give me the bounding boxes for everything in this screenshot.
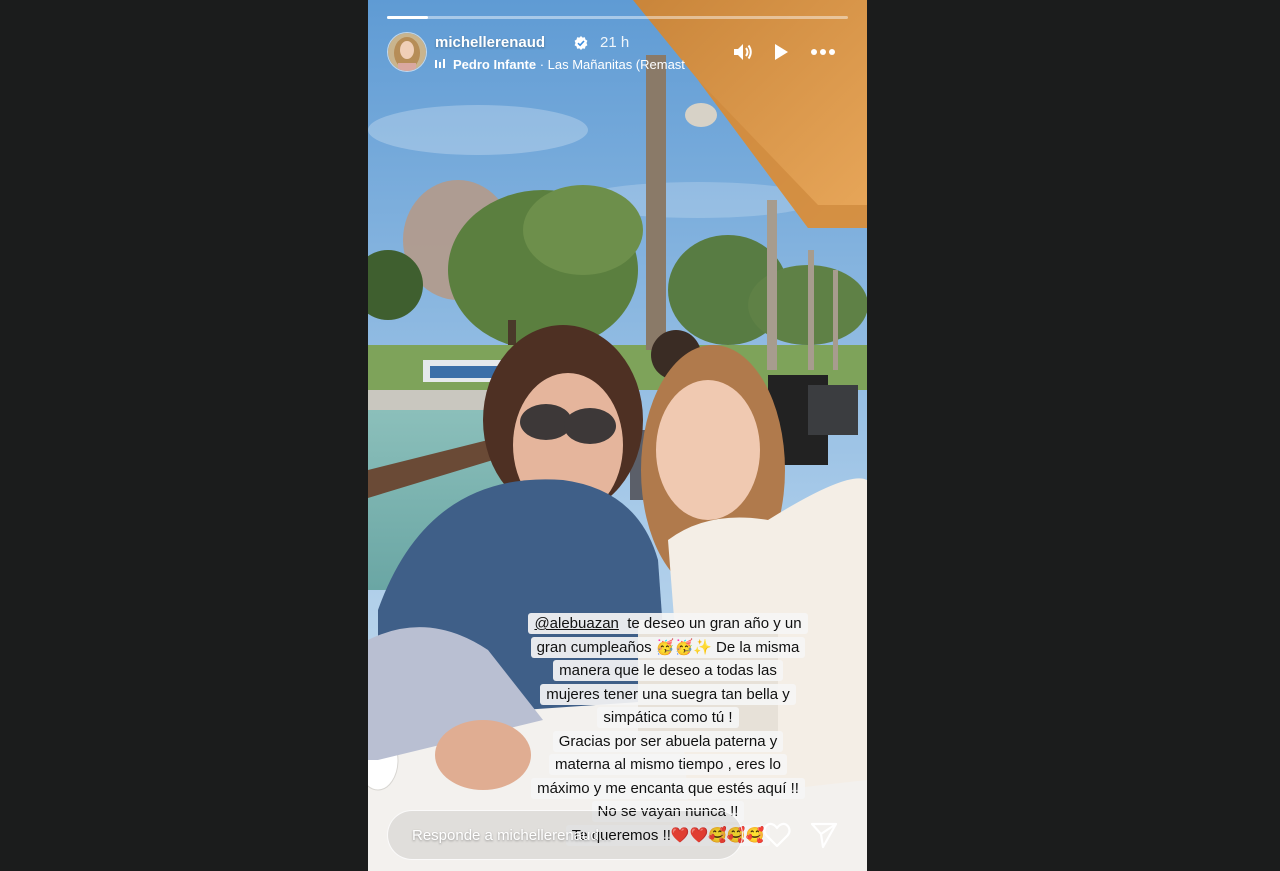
play-icon[interactable] <box>768 40 794 64</box>
reply-input[interactable]: Responde a michellerenaud... <box>387 810 743 860</box>
avatar[interactable] <box>387 32 427 72</box>
story-progress-fill <box>387 16 429 19</box>
caption-line: gran cumpleaños 🥳🥳✨ De la misma <box>530 636 806 658</box>
username[interactable]: michellerenaud <box>435 34 545 51</box>
heart-icon[interactable] <box>762 820 792 850</box>
reply-placeholder: Responde a michellerenaud... <box>412 827 612 844</box>
caption-line: máximo y me encanta que estés aquí !! <box>531 777 805 799</box>
caption-line: Gracias por ser abuela paterna y <box>552 730 784 752</box>
story-viewer[interactable]: michellerenaud 21 h Pedro Infante · Las … <box>368 0 867 871</box>
story-progress-bar <box>387 16 848 19</box>
music-separator: · <box>536 57 548 72</box>
more-icon[interactable] <box>808 40 838 64</box>
caption-line: mujeres tener una suegra tan bella y <box>540 683 796 705</box>
music-bars-icon <box>435 57 449 72</box>
caption-line: te deseo un gran año y un <box>627 615 802 632</box>
caption-line: manera que le deseo a todas las <box>553 660 783 681</box>
caption-line: materna al mismo tiempo , eres lo <box>549 754 787 775</box>
caption-mention[interactable]: @alebuazan <box>534 615 618 632</box>
volume-icon[interactable] <box>730 40 756 64</box>
music-info[interactable]: Pedro Infante · Las Mañanitas (Remast <box>435 57 717 72</box>
music-song: Las Mañanitas (Remast <box>547 57 685 72</box>
verified-badge-icon <box>574 36 588 50</box>
story-header: michellerenaud 21 h Pedro Infante · Las … <box>387 32 848 74</box>
send-icon[interactable] <box>809 820 839 850</box>
post-time: 21 h <box>600 34 630 51</box>
caption-line: simpática como tú ! <box>597 707 739 728</box>
music-artist: Pedro Infante <box>453 57 537 72</box>
